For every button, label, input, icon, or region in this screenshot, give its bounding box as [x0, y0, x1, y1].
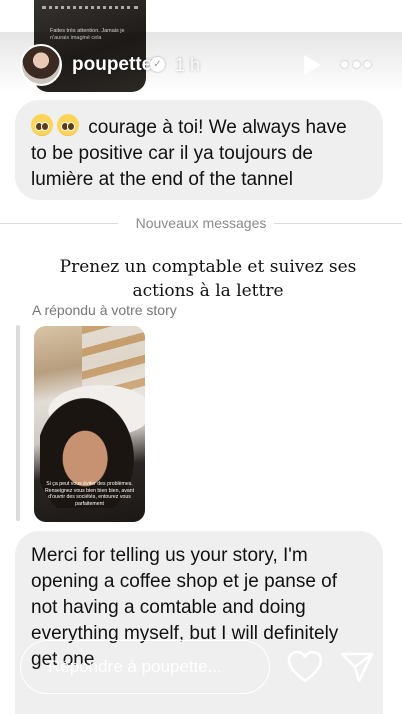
- message-bubble-first[interactable]: courage à toi! We always have to be posi…: [15, 100, 383, 200]
- story-header: poupette ✓ 1 h: [0, 32, 402, 92]
- story-time-ago: 1 h: [175, 55, 201, 75]
- more-dot: [364, 61, 371, 68]
- divider-line: [274, 223, 402, 224]
- play-button[interactable]: [300, 54, 322, 76]
- like-button[interactable]: [287, 650, 323, 684]
- more-options-button[interactable]: [341, 61, 371, 71]
- thumbnail-progress-dots: [42, 6, 138, 10]
- pleading-face-emoji-icon: [57, 114, 79, 136]
- story-username[interactable]: poupette: [72, 54, 152, 76]
- pleading-face-emoji-icon: [31, 114, 53, 136]
- more-dot: [352, 61, 360, 68]
- story-thumbnail-caption: Si ça peut vous éviter des problèmes. Re…: [44, 481, 135, 507]
- more-dot: [341, 61, 348, 68]
- heart-icon: [287, 650, 323, 683]
- replied-story-thumbnail[interactable]: Si ça peut vous éviter des problèmes. Re…: [34, 326, 145, 522]
- play-icon: [304, 55, 320, 75]
- avatar[interactable]: [20, 44, 62, 86]
- story-heading: Prenez un comptable et suivez ses action…: [59, 257, 357, 301]
- replied-to-story-label: A répondu à votre story: [32, 302, 177, 318]
- reply-input[interactable]: [20, 640, 270, 694]
- verified-badge-icon: ✓: [150, 57, 165, 72]
- send-icon: [340, 652, 374, 683]
- reply-quote-bar: [16, 325, 20, 521]
- send-button[interactable]: [339, 650, 375, 684]
- new-messages-divider: Nouveaux messages: [0, 213, 402, 233]
- previous-story-caption: Faites très attention. Jamais je n'aurai…: [50, 28, 125, 41]
